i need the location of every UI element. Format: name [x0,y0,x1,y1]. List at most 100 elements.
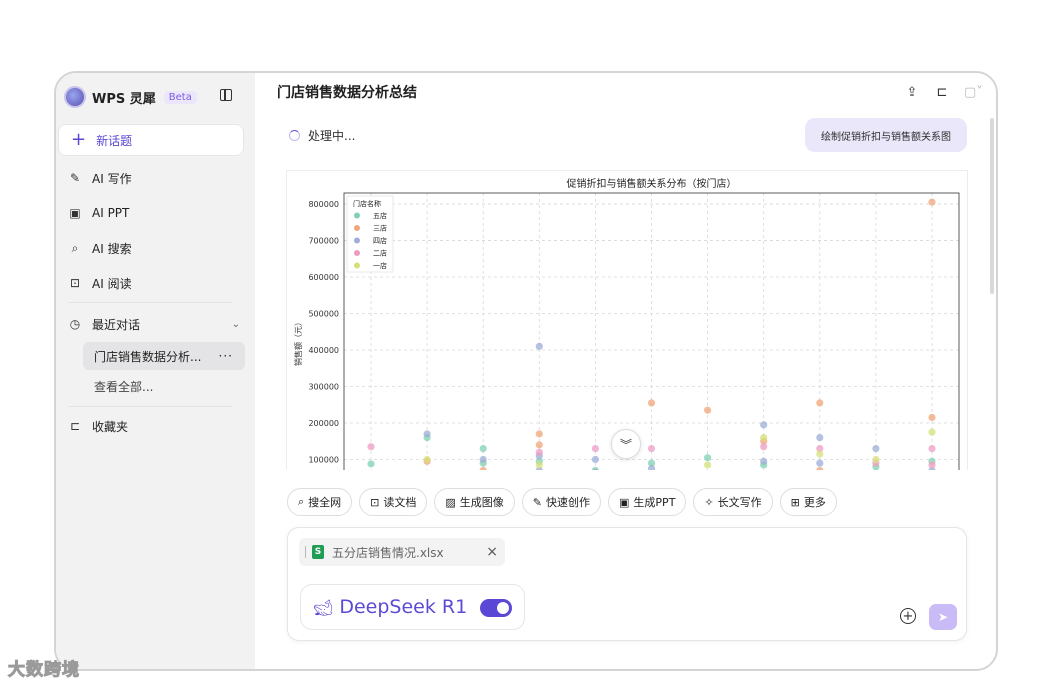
sidebar-item-label: AI PPT [92,206,130,220]
tool-label: 快速创作 [546,496,591,509]
data-point [816,450,824,458]
tool-label: 生成图像 [459,496,504,509]
data-point [423,430,431,438]
data-point [816,399,824,407]
sidebar-item-favorites[interactable]: ⊏ 收藏夹 [68,414,128,438]
bookmark-icon[interactable]: ⊏ [934,85,950,100]
data-point [647,444,656,453]
legend-title: 门店名称 [353,199,381,208]
search-icon: ⌕ [298,495,305,508]
data-point [367,443,375,451]
app-window: WPS 灵犀 Beta + 新话题 ✎ AI 写作 ▣ AI PPT ⌕ AI … [54,71,998,671]
ppt-icon: ▣ [69,206,81,220]
divider [68,406,232,407]
data-point [816,466,824,470]
beta-badge: Beta [163,90,197,104]
data-point [647,399,656,407]
sidebar-toggle-icon[interactable] [220,89,232,101]
image-icon: ▨ [445,495,456,509]
recent-label: 最近对话 [92,317,141,332]
sidebar-item-ai-search[interactable]: ⌕ AI 搜索 [68,236,132,260]
tool-more[interactable]: ⊞ 更多 [779,488,837,516]
view-all-link[interactable]: 查看全部... [94,378,153,395]
more-options-icon[interactable]: ··· [219,349,233,363]
tool-generate-ppt[interactable]: ▣ 生成PPT [608,488,687,516]
pen-icon: ✎ [532,495,543,509]
send-icon: ➤ [937,610,949,624]
divider [68,302,232,303]
sidebar-item-ai-reading[interactable]: ⊡ AI 阅读 [68,271,132,295]
y-axis-label: 销售额（元） [293,318,303,366]
sidebar: WPS 灵犀 Beta + 新话题 ✎ AI 写作 ▣ AI PPT ⌕ AI … [56,73,255,669]
document-icon[interactable]: ▢˅ [964,85,983,100]
data-point [535,441,543,449]
add-icon[interactable]: + [900,608,916,624]
data-point [928,198,936,206]
data-point [423,455,431,464]
tool-label: 更多 [803,496,826,509]
data-point [760,443,768,451]
data-point [816,459,824,467]
recent-item-store-analysis[interactable]: 门店销售数据分析... ··· [83,342,245,370]
spreadsheet-icon: S [312,545,324,559]
share-icon[interactable]: ⇪ [904,85,920,100]
model-selector[interactable]: 🐋︎ DeepSeek R1 [300,584,525,630]
tool-label: 长文写作 [717,496,762,509]
model-toggle[interactable] [480,599,512,617]
data-point [928,461,936,469]
data-point [591,444,599,453]
recent-item-label: 门店销售数据分析... [94,349,202,364]
data-point [704,461,712,469]
new-topic-button[interactable]: + 新话题 [58,124,244,156]
legend-entry: 五店 [373,211,387,220]
sidebar-item-ai-writing[interactable]: ✎ AI 写作 [68,166,132,190]
y-tick-label: 300000 [308,382,339,391]
message-composer[interactable]: S 五分店销售情况.xlsx × 🐋︎ DeepSeek R1 + ➤ [287,527,967,641]
pen-sparkle-icon: ✎ [69,171,81,185]
new-topic-label: 新话题 [96,133,133,148]
top-toolbar: ⇪ ⊏ ▢˅ [904,85,983,100]
tool-long-writing[interactable]: ✧ 长文写作 [693,488,773,516]
y-tick-label: 200000 [308,419,339,428]
sparkle-icon: ✧ [704,495,714,509]
data-point [928,444,936,453]
data-point [535,448,543,456]
brand: WPS 灵犀 Beta [64,85,244,109]
data-point [872,455,880,464]
close-icon[interactable]: × [486,544,498,560]
legend-marker [354,237,360,244]
sidebar-item-ai-ppt[interactable]: ▣ AI PPT [68,201,129,225]
clock-icon: ◷ [69,317,81,331]
main-panel: 门店销售数据分析总结 ⇪ ⊏ ▢˅ 处理中... 绘制促销折扣与销售额关系图 促… [255,73,996,669]
watermark: 大数跨境 [8,660,80,681]
sidebar-item-label: AI 写作 [92,171,132,186]
tool-quick-create[interactable]: ✎ 快速创作 [521,488,602,516]
data-point [760,433,768,442]
tool-read-doc[interactable]: ⊡ 读文档 [359,488,428,516]
app-logo [64,86,86,108]
data-point [535,342,543,350]
sidebar-item-label: 收藏夹 [92,419,129,434]
processing-status: 处理中... [289,127,355,144]
tool-generate-image[interactable]: ▨ 生成图像 [434,488,515,516]
data-point [928,428,936,436]
sidebar-item-label: AI 阅读 [92,276,132,291]
data-point [591,455,599,464]
legend-marker [354,250,360,256]
legend-marker [354,262,360,269]
chart-title: 促销折扣与销售额关系分布（按门店） [567,177,737,190]
tool-label: 生成PPT [633,496,676,509]
scrollbar[interactable] [990,118,994,294]
recent-conversations-toggle[interactable]: ◷ 最近对话 ⌄ [68,312,240,336]
y-tick-label: 600000 [308,273,339,282]
divider [305,546,306,558]
double-chevron-down-icon: ︾ [619,437,632,452]
tool-search-web[interactable]: ⌕ 搜全网 [287,488,353,516]
data-point [872,444,880,453]
data-point [479,466,487,470]
scroll-down-button[interactable]: ︾ [611,429,641,459]
legend-entry: 一店 [373,261,387,270]
legend-entry: 二店 [373,249,387,258]
data-point [479,444,487,453]
send-button[interactable]: ➤ [929,604,957,630]
